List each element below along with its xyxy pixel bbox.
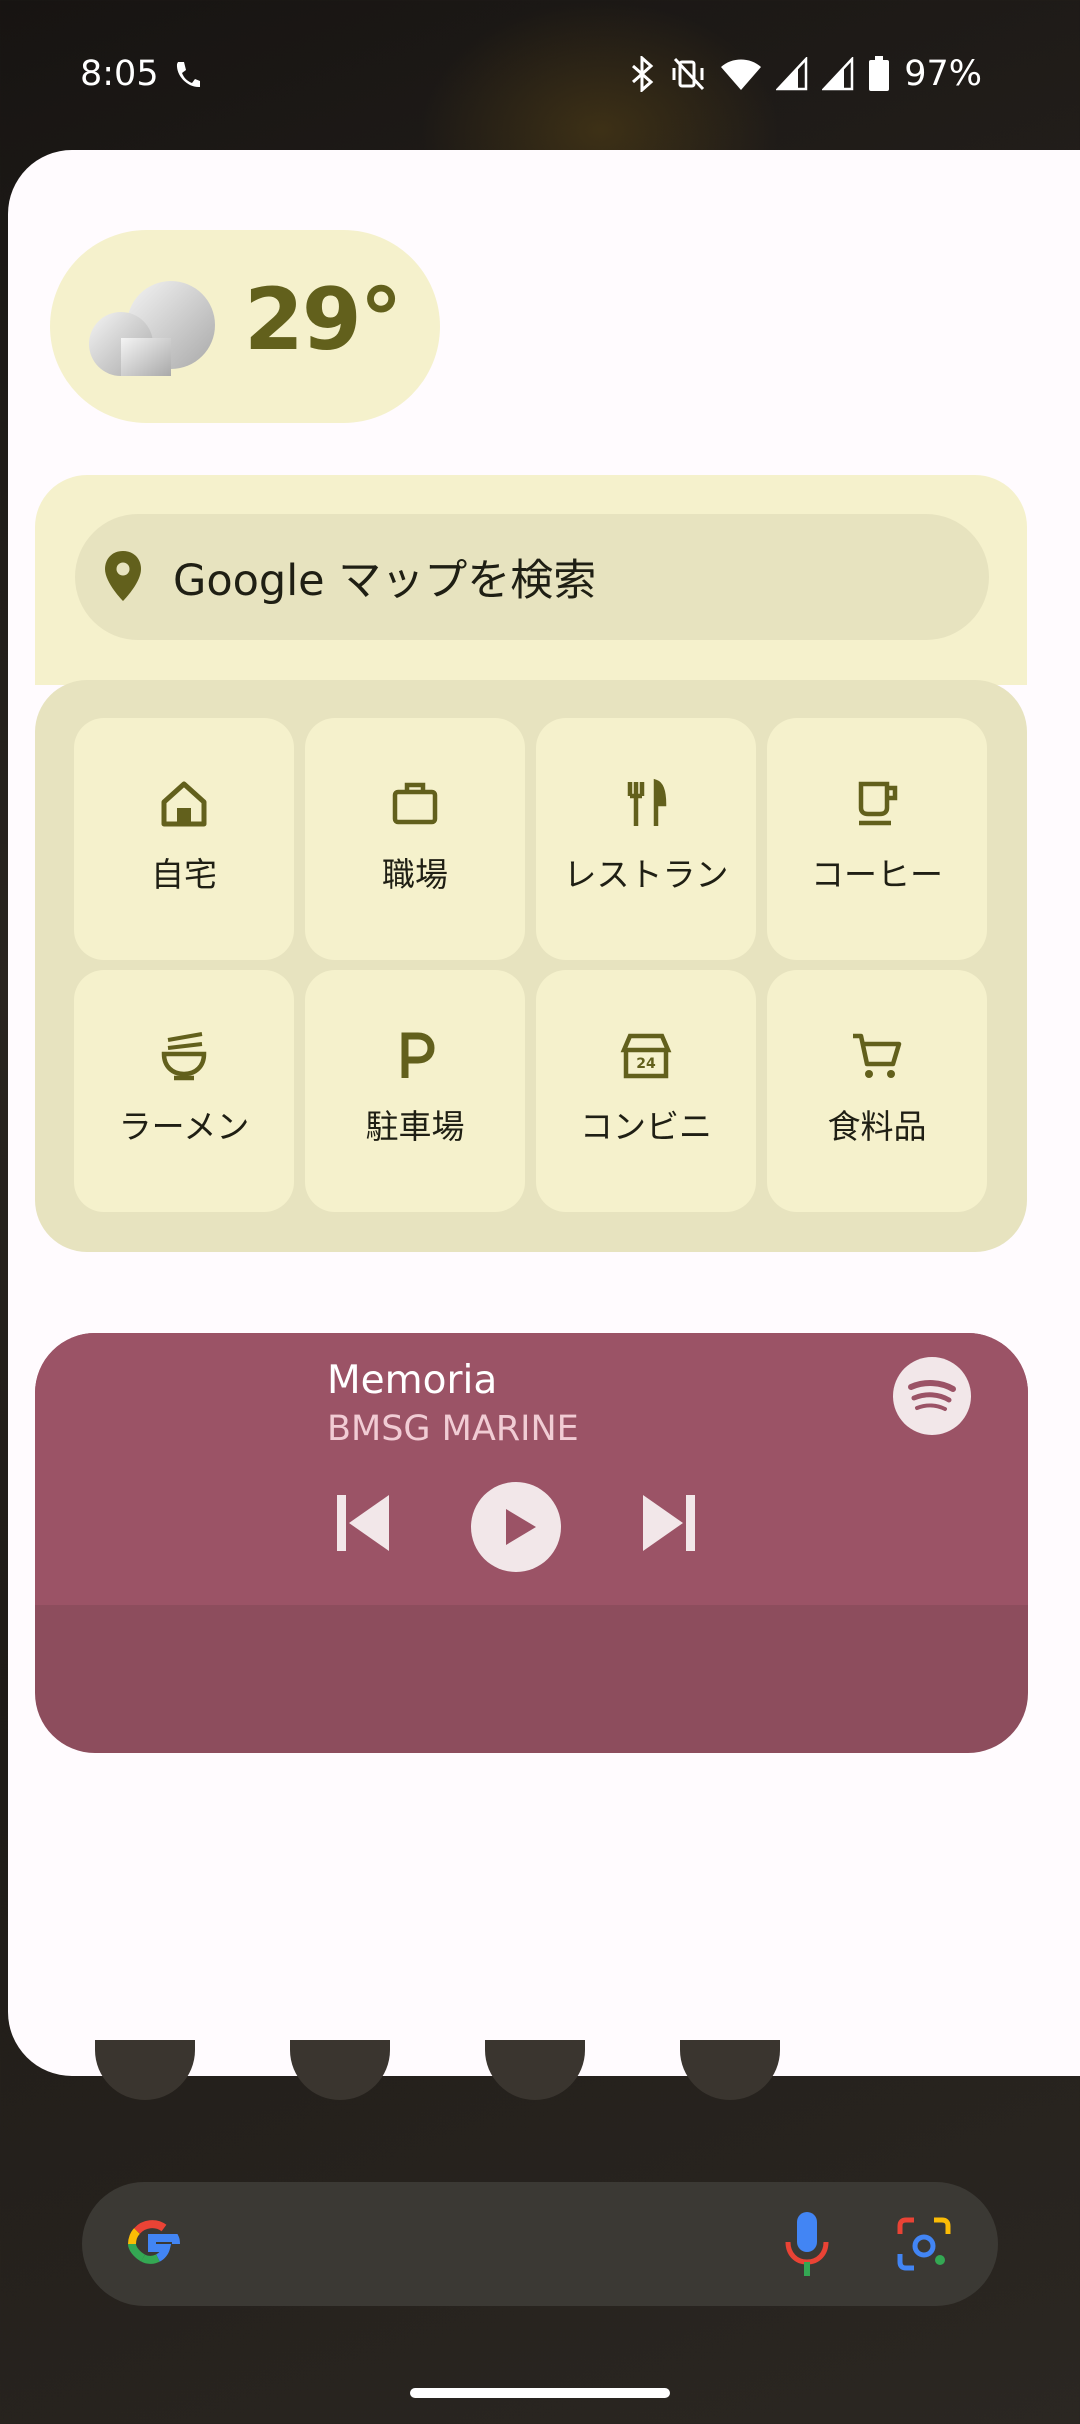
shortcut-label: 職場 (382, 855, 448, 894)
cloud-icon (89, 281, 215, 376)
signal-icon (822, 57, 854, 91)
status-bar: 8:05 97% (0, 0, 1080, 150)
spotify-icon[interactable] (893, 1357, 971, 1435)
home-gesture-bar[interactable] (410, 2388, 670, 2398)
app-icon-partial[interactable] (95, 2040, 195, 2100)
ramen-icon (161, 1032, 207, 1081)
shortcut-restaurant[interactable]: レストラン (536, 718, 756, 960)
maps-widget-header: Google マップを検索 (35, 475, 1027, 685)
parking-icon (401, 1032, 435, 1078)
briefcase-icon (392, 782, 438, 825)
maps-shortcut-grid: 自宅 職場 レストラン コーヒー ラーメン 駐車場 24 コンビニ 食料品 (35, 680, 1027, 1252)
shortcut-label: コンビニ (580, 1107, 712, 1146)
skip-next-button[interactable] (641, 1493, 697, 1553)
cart-icon (853, 1033, 902, 1078)
shortcut-label: コーヒー (811, 855, 943, 894)
shortcut-groceries[interactable]: 食料品 (767, 970, 987, 1212)
mic-icon[interactable] (782, 2208, 832, 2282)
app-icon-partial[interactable] (290, 2040, 390, 2100)
status-time: 8:05 (80, 54, 159, 94)
shortcut-label: 駐車場 (365, 1107, 465, 1146)
shortcut-home[interactable]: 自宅 (74, 718, 294, 960)
restaurant-icon (627, 778, 667, 826)
maps-search-placeholder: Google マップを検索 (173, 556, 597, 606)
wifi-icon (721, 59, 762, 90)
call-forwarded-icon (176, 62, 200, 88)
weather-temperature: 29° (244, 270, 403, 370)
shortcut-convenience-store[interactable]: 24 コンビニ (536, 970, 756, 1212)
svg-text:24: 24 (636, 1056, 656, 1072)
home-icon (161, 781, 207, 827)
shortcut-coffee[interactable]: コーヒー (767, 718, 987, 960)
shortcut-label: レストラン (563, 855, 729, 894)
skip-previous-button[interactable] (335, 1493, 391, 1553)
maps-search-bar[interactable]: Google マップを検索 (75, 514, 989, 640)
music-player-widget[interactable]: Memoria BMSG MARINE (35, 1333, 1028, 1753)
signal-icon (776, 57, 808, 91)
shortcut-label: 食料品 (827, 1107, 927, 1146)
convenience-store-icon: 24 (620, 1033, 672, 1079)
shortcut-label: 自宅 (151, 855, 217, 894)
shortcut-parking[interactable]: 駐車場 (305, 970, 525, 1212)
status-icons: 97% (628, 54, 982, 94)
track-title: Memoria (327, 1358, 498, 1403)
track-artist: BMSG MARINE (327, 1409, 579, 1449)
shortcut-label: ラーメン (118, 1107, 250, 1146)
google-lens-icon[interactable] (892, 2212, 956, 2276)
battery-icon (869, 56, 890, 91)
google-search-bar[interactable] (82, 2182, 998, 2306)
app-icon-partial[interactable] (680, 2040, 780, 2100)
bluetooth-icon (632, 56, 654, 92)
shortcut-ramen[interactable]: ラーメン (74, 970, 294, 1212)
shortcut-work[interactable]: 職場 (305, 718, 525, 960)
google-logo-icon (128, 2220, 180, 2264)
weather-widget[interactable]: 29° (50, 230, 440, 423)
play-button[interactable] (470, 1481, 562, 1573)
map-pin-icon (105, 551, 141, 601)
battery-percent: 97% (904, 54, 982, 94)
vibrate-off-icon (672, 57, 705, 91)
app-icon-partial[interactable] (485, 2040, 585, 2100)
coffee-icon (858, 781, 898, 826)
